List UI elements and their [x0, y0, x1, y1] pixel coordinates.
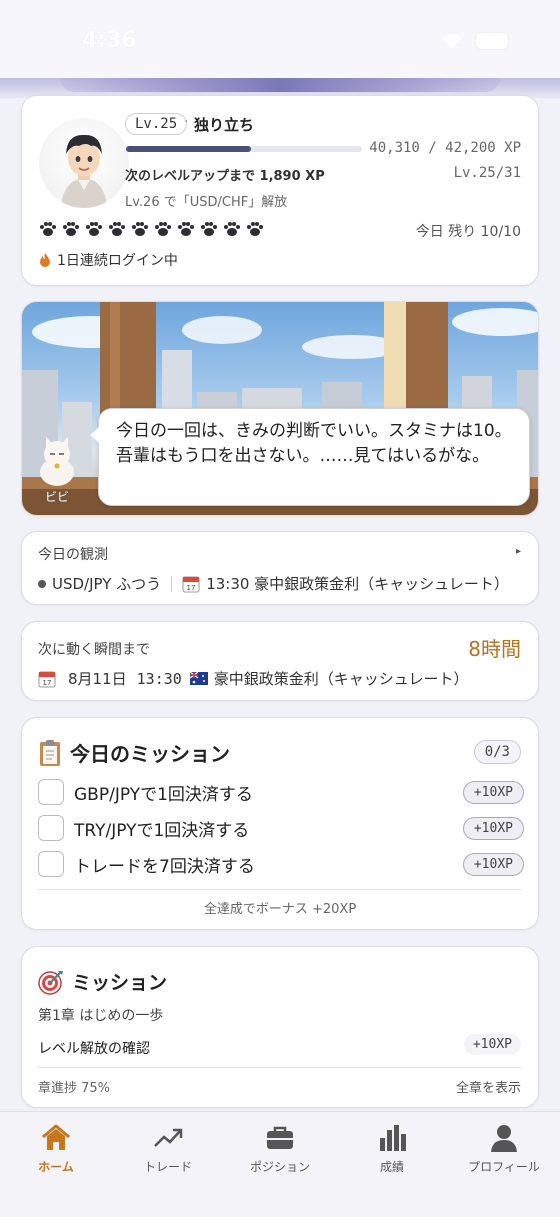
nav-label: 成績 [379, 1160, 404, 1174]
nav-label: ポジション [249, 1160, 310, 1174]
nav-item-home[interactable]: ホーム [0, 1112, 112, 1217]
mission-label: トレードを7回決済する [74, 856, 255, 877]
mission-checkbox[interactable] [38, 779, 64, 805]
mission-item[interactable]: トレードを7回決済する +10XP [38, 851, 524, 877]
daily-missions-title: 今日のミッション [38, 738, 230, 767]
profile-card[interactable]: Lv.25 · 独り立ち 40,310 / 42,200 XP 次のレベルアップ… [21, 95, 539, 286]
australia-flag-icon [189, 672, 208, 685]
nav-label: ホーム [38, 1160, 74, 1174]
paw-icon [40, 222, 56, 236]
status-icons [440, 32, 508, 50]
paw-icon [247, 222, 263, 236]
divider [38, 889, 521, 890]
chapter-task-xp: +10XP [463, 1034, 521, 1055]
mission-item[interactable]: GBP/JPYで1回決済する +10XP [38, 779, 524, 805]
xp-progress-bar [126, 146, 362, 152]
countdown-card[interactable]: 次に動く瞬間まで 8時間 17 8月11日 13:30 豪中銀政策金利（キャッシ… [21, 621, 539, 701]
target-icon [38, 970, 63, 995]
countdown-event-row: 17 8月11日 13:30 豪中銀政策金利（キャッシュレート） [38, 668, 469, 689]
mission-checkbox[interactable] [38, 851, 64, 877]
nav-item-positions[interactable]: ポジション [224, 1112, 336, 1217]
mission-label: GBP/JPYで1回決済する [74, 784, 253, 805]
missions-progress-badge: 0/3 [473, 740, 521, 764]
next-level-text: 次のレベルアップまで 1,890 XP [125, 169, 325, 184]
paw-icon [155, 222, 171, 236]
countdown-event: 豪中銀政策金利（キャッシュレート） [213, 670, 469, 688]
trend-icon [154, 1128, 183, 1147]
chapter-mission-title: ミッション [38, 968, 167, 995]
nav-item-results[interactable]: 成績 [336, 1112, 448, 1217]
title-separator: · [184, 114, 189, 130]
daily-missions-label: 今日のミッション [70, 742, 230, 766]
stamina-remaining: 今日 残り 10/10 [415, 224, 521, 240]
countdown-title: 次に動く瞬間まで [38, 642, 150, 658]
nav-item-profile[interactable]: プロフィール [448, 1112, 560, 1217]
level-count: Lv.25/31 [453, 165, 521, 181]
countdown-value: 8時間 [468, 637, 521, 661]
chapter-task[interactable]: レベル解放の確認 [38, 1038, 150, 1058]
briefcase-icon [267, 1126, 293, 1149]
divider [38, 1067, 521, 1068]
svg-text:17: 17 [43, 679, 52, 687]
unlock-note: Lv.26 で「USD/CHF」解放 [125, 195, 288, 210]
daily-missions-card: 今日のミッション 0/3 GBP/JPYで1回決済する +10XP TRY/JP… [21, 717, 539, 930]
chapter-mission-label: ミッション [72, 972, 168, 994]
battery-icon [476, 33, 508, 49]
show-all-chapters-link[interactable]: 全章を表示 [456, 1077, 521, 1096]
xp-progress-fill [126, 146, 252, 152]
cat-name: ビビ [45, 490, 70, 504]
paw-icon [132, 222, 148, 236]
paw-icon [178, 222, 194, 236]
status-bar: 4:36 [0, 0, 560, 80]
flame-icon [40, 252, 50, 267]
chapter-mission-card[interactable]: ミッション 第1章 はじめの一歩 レベル解放の確認 +10XP 章進捗 75% … [21, 946, 539, 1108]
login-streak-label: 1日連続ログイン中 [57, 253, 178, 269]
login-streak: 1日連続ログイン中 [39, 250, 178, 270]
observation-title: 今日の観測 [38, 547, 108, 563]
bar-chart-icon [380, 1125, 406, 1151]
paw-icon [63, 222, 79, 236]
status-dot-icon [38, 579, 46, 588]
countdown-date: 8月11日 [68, 670, 127, 688]
bottom-nav: ホーム トレード ポジション 成績 プロフィール [0, 1111, 560, 1217]
observation-pair: USD/JPY ふつう [52, 575, 162, 593]
stamina-paws [38, 219, 265, 239]
avatar[interactable] [39, 118, 129, 208]
nav-item-trade[interactable]: トレード [112, 1112, 224, 1217]
clipboard-icon [40, 739, 60, 766]
paw-icon [86, 222, 102, 236]
calendar-icon: 17 [182, 576, 200, 592]
mission-xp: +10XP [462, 780, 524, 804]
paw-icon [224, 222, 240, 236]
wifi-icon [440, 32, 464, 50]
observation-card[interactable]: 今日の観測 ▸ USD/JPY ふつう 17 13:30 豪中銀政策金利（キャッ… [21, 531, 539, 605]
mission-label: TRY/JPYで1回決済する [74, 820, 250, 841]
calendar-icon: 17 [38, 671, 56, 687]
xp-value: 40,310 / 42,200 XP [369, 140, 521, 156]
person-icon [491, 1125, 517, 1152]
mission-checkbox[interactable] [38, 815, 64, 841]
home-icon [42, 1124, 70, 1150]
nav-label: トレード [143, 1160, 192, 1174]
paw-icon [109, 222, 125, 236]
chapter-progress: 章進捗 75% [38, 1081, 111, 1096]
missions-bonus: 全達成でボーナス +20XP [203, 902, 357, 917]
paw-icon [201, 222, 217, 236]
status-time: 4:36 [82, 28, 137, 53]
svg-text:17: 17 [187, 584, 196, 592]
chapter-name: 第1章 はじめの一歩 [38, 1008, 164, 1024]
scene-card[interactable]: 今日の一回は、きみの判断でいい。スタミナは10。吾輩はもう口を出さない。……見て… [21, 301, 539, 516]
countdown-time: 13:30 [136, 669, 182, 688]
observation-row: USD/JPY ふつう 17 13:30 豪中銀政策金利（キャッシュレート） [38, 573, 509, 594]
observation-event: 13:30 豪中銀政策金利（キャッシュレート） [206, 575, 509, 593]
mission-xp: +10XP [462, 816, 524, 840]
expand-arrow-icon[interactable]: ▸ [516, 546, 521, 557]
mission-item[interactable]: TRY/JPYで1回決済する +10XP [38, 815, 524, 841]
cat-speech-bubble[interactable]: 今日の一回は、きみの判断でいい。スタミナは10。吾輩はもう口を出さない。……見て… [90, 408, 530, 506]
player-title: 独り立ち [194, 116, 255, 134]
nav-label: プロフィール [468, 1160, 540, 1174]
divider [171, 575, 173, 592]
mission-xp: +10XP [462, 852, 524, 876]
level-badge: Lv.25 [125, 113, 188, 135]
